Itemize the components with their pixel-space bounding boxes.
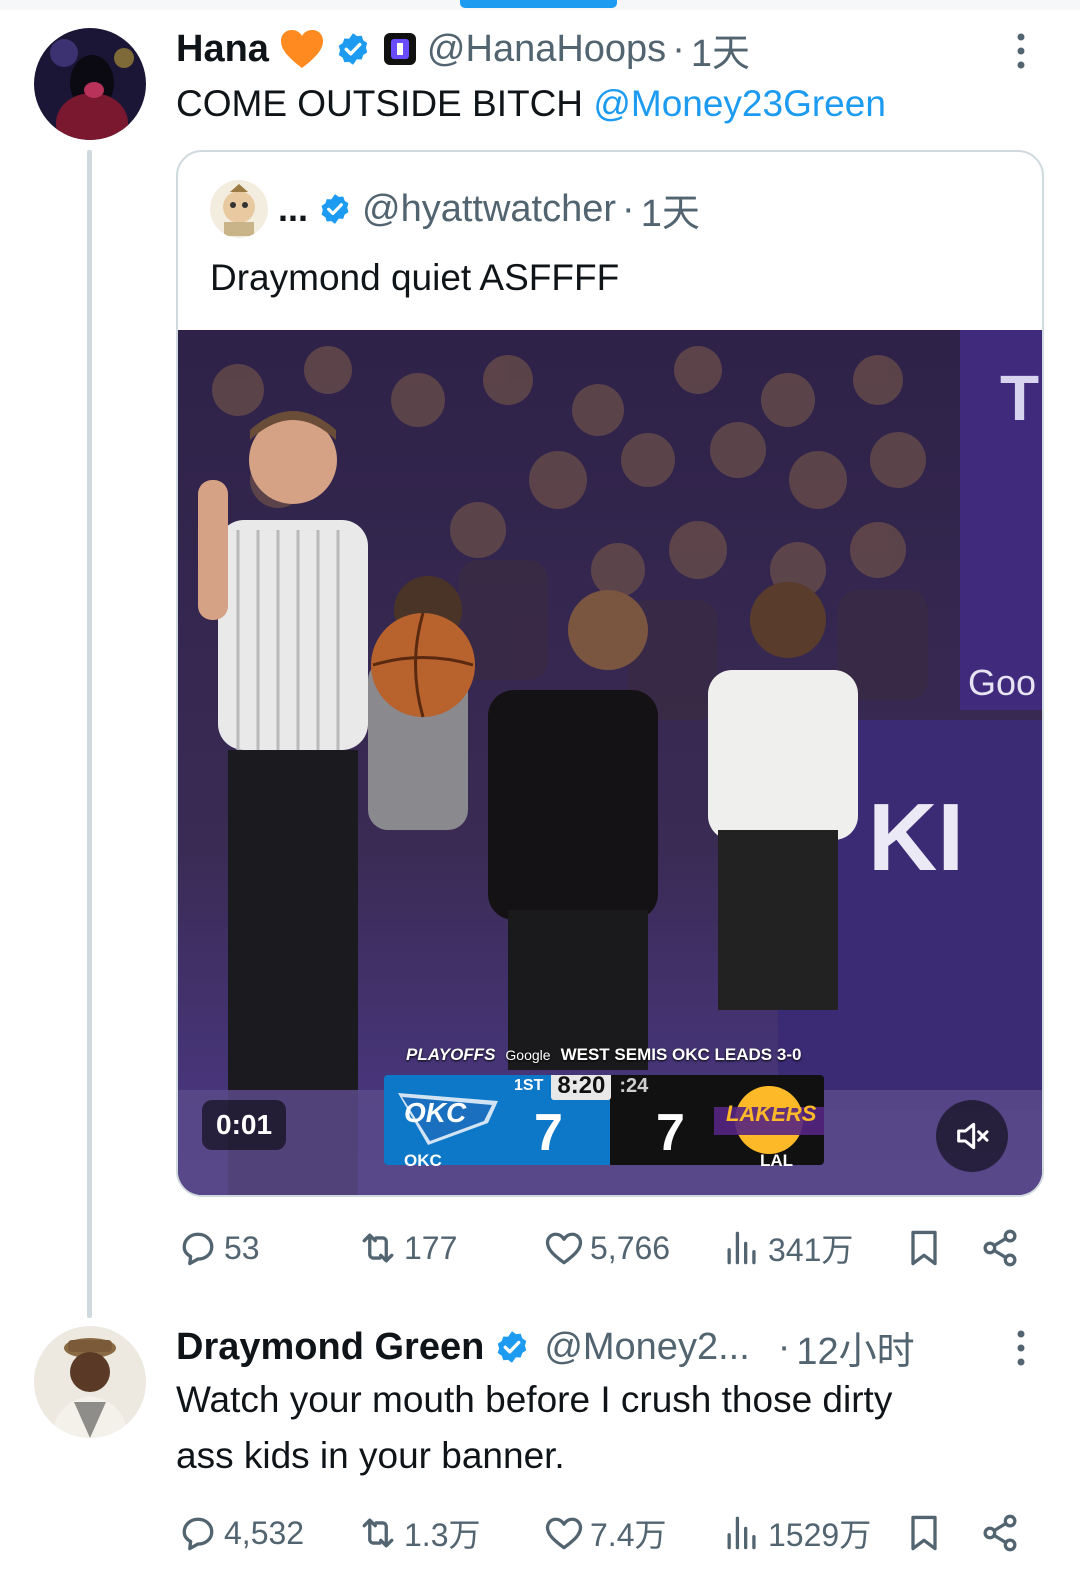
tweet-text-content: COME OUTSIDE BITCH xyxy=(176,83,594,124)
timestamp[interactable]: 1天 xyxy=(691,22,750,77)
quote-timestamp[interactable]: 1天 xyxy=(641,182,700,237)
quote-tweet[interactable]: ... @hyattwatcher · 1天 Draymond quiet AS… xyxy=(176,150,1044,1197)
series-label: WEST SEMIS OKC LEADS 3-0 xyxy=(560,1045,802,1064)
thread-line xyxy=(87,150,92,1318)
quarter-label: 1ST xyxy=(514,1077,544,1094)
views-chart-icon xyxy=(727,1231,756,1265)
quote-header: ... @hyattwatcher · 1天 xyxy=(278,182,700,237)
verified-badge-icon xyxy=(335,31,371,67)
tweet-header: Hana @HanaHoops · 1天 xyxy=(176,22,750,77)
svg-text:TH: TH xyxy=(1000,362,1042,434)
like-button[interactable]: 7.4万 xyxy=(542,1505,667,1561)
reply-icon xyxy=(182,1517,214,1551)
reply-button[interactable]: 53 xyxy=(176,1220,260,1276)
display-name[interactable]: Hana xyxy=(176,28,269,71)
top-scroll-bar xyxy=(0,0,1080,10)
retweet-button[interactable]: 1.3万 xyxy=(356,1505,481,1561)
tweet-actions: 53 177 5,766 341万 xyxy=(176,1220,1036,1276)
handle[interactable]: @Money2... xyxy=(544,1326,749,1369)
share-icon xyxy=(983,1229,1017,1267)
scoreboard: PLAYOFFS Google WEST SEMIS OKC LEADS 3-0… xyxy=(384,1035,834,1177)
quote-display-name[interactable]: ... xyxy=(278,188,308,230)
heart-icon xyxy=(545,1517,583,1550)
game-clock: 1ST 8:20 :24 xyxy=(514,1075,648,1103)
tweet-header: Draymond Green @Money2... · 12小时 xyxy=(176,1320,915,1375)
verified-badge-icon xyxy=(494,1329,530,1365)
retweet-button[interactable]: 177 xyxy=(356,1220,457,1276)
tweet-text: Watch your mouth before I crush those di… xyxy=(176,1372,892,1484)
sponsor-label: Google xyxy=(505,1047,551,1063)
like-count: 7.4万 xyxy=(590,1517,667,1553)
svg-text:Goo: Goo xyxy=(968,662,1036,703)
heart-emoji-icon xyxy=(279,28,325,70)
mention-link[interactable]: @Money23Green xyxy=(593,83,886,124)
retweet-icon xyxy=(362,1233,394,1263)
scoreboard-header: PLAYOFFS Google WEST SEMIS OKC LEADS 3-0 xyxy=(406,1035,801,1075)
shot-clock: :24 xyxy=(619,1075,649,1097)
bookmark-icon xyxy=(911,1230,937,1266)
tweet-text: COME OUTSIDE BITCH @Money23Green xyxy=(176,76,886,132)
reply-count: 4,532 xyxy=(224,1514,305,1551)
bookmark-icon xyxy=(911,1515,937,1551)
share-icon xyxy=(983,1514,1017,1552)
separator: · xyxy=(672,27,685,70)
quote-text: Draymond quiet ASFFFF xyxy=(210,257,620,298)
views-count: 341万 xyxy=(768,1232,854,1268)
views-button[interactable]: 341万 xyxy=(720,1220,853,1276)
more-options-icon[interactable] xyxy=(1012,31,1030,71)
home-score: 7 xyxy=(534,1104,563,1162)
video-player[interactable]: TH Goo KI xyxy=(178,330,1042,1195)
views-chart-icon xyxy=(727,1516,756,1550)
home-team-name: OKC xyxy=(404,1097,467,1128)
reply-button[interactable]: 4,532 xyxy=(176,1505,304,1561)
svg-text:KI: KI xyxy=(868,784,964,891)
muted-speaker-icon xyxy=(957,1122,989,1150)
retweet-count: 177 xyxy=(404,1229,458,1266)
share-button[interactable] xyxy=(978,1220,1026,1276)
tweet-actions: 4,532 1.3万 7.4万 1529万 xyxy=(176,1505,1036,1561)
bookmark-button[interactable] xyxy=(902,1505,950,1561)
tab-indicator xyxy=(460,0,617,8)
like-count: 5,766 xyxy=(590,1229,671,1266)
away-abbr: LAL xyxy=(760,1151,794,1170)
tweet-text-line: ass kids in your banner. xyxy=(176,1435,565,1476)
avatar[interactable] xyxy=(34,1326,146,1438)
home-abbr: OKC xyxy=(404,1151,442,1170)
verified-badge-icon xyxy=(318,192,352,226)
clock-time: 8:20 xyxy=(551,1075,612,1100)
views-button[interactable]: 1529万 xyxy=(720,1505,871,1561)
playoffs-label: PLAYOFFS xyxy=(406,1045,496,1064)
tweet-text-line: Watch your mouth before I crush those di… xyxy=(176,1379,893,1420)
like-button[interactable]: 5,766 xyxy=(542,1220,670,1276)
retweet-count: 1.3万 xyxy=(404,1517,481,1553)
reply-icon xyxy=(182,1232,214,1266)
away-team-name: LAKERS xyxy=(726,1101,817,1126)
quote-handle[interactable]: @hyattwatcher xyxy=(362,188,616,231)
mute-button[interactable] xyxy=(936,1100,1008,1172)
separator: · xyxy=(777,1325,791,1368)
reply-count: 53 xyxy=(224,1229,260,1266)
affiliate-badge-icon xyxy=(383,32,417,66)
avatar[interactable] xyxy=(34,28,146,140)
separator: · xyxy=(622,187,635,230)
handle[interactable]: @HanaHoops xyxy=(427,28,666,71)
quote-avatar[interactable] xyxy=(210,180,268,238)
display-name[interactable]: Draymond Green xyxy=(176,1326,484,1369)
views-count: 1529万 xyxy=(768,1517,872,1553)
more-options-icon[interactable] xyxy=(1012,1328,1030,1368)
heart-icon xyxy=(545,1232,583,1265)
timestamp[interactable]: 12小时 xyxy=(796,1320,914,1375)
away-score: 7 xyxy=(656,1104,685,1162)
retweet-icon xyxy=(362,1518,394,1548)
bookmark-button[interactable] xyxy=(902,1220,950,1276)
share-button[interactable] xyxy=(978,1505,1026,1561)
scoreboard-body: OKC 7 7 LAKERS 1ST 8:20 :24 xyxy=(384,1075,824,1165)
video-timestamp: 0:01 xyxy=(202,1100,287,1150)
